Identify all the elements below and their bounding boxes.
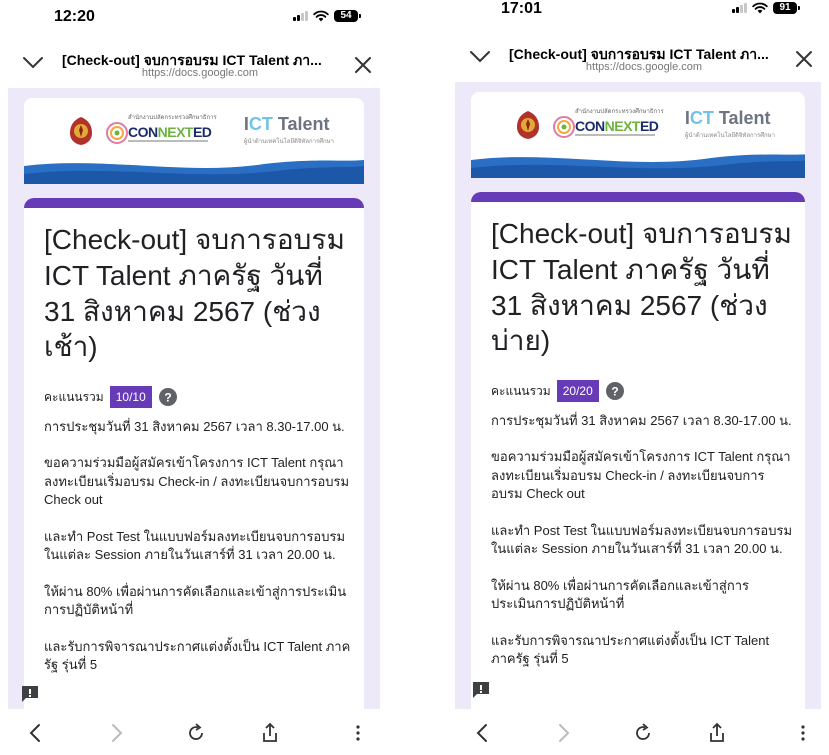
browser-header: [Check-out] จบการอบรม ICT Talent ภา... h… (0, 46, 388, 86)
description-paragraph: ให้ผ่าน 80% เพื่อผ่านการคัดเลือกและเข้าส… (491, 577, 750, 612)
status-time: 17:01 (501, 0, 542, 17)
ict-talent-wordmark: ICT Talent (243, 114, 330, 134)
browser-toolbar (447, 709, 829, 755)
connexted-wordmark: CONNEXTED (128, 124, 212, 140)
status-time: 12:20 (54, 8, 95, 25)
forward-icon[interactable] (551, 721, 575, 745)
signal-icon (732, 3, 747, 13)
connexted-caption: สำนักงานปลัดกระทรวงศึกษาธิการ (128, 115, 217, 121)
chevron-down-icon[interactable] (22, 56, 44, 70)
description-paragraph: และทำ Post Test ในแบบฟอร์มลงทะเบียนจบการ… (491, 522, 793, 557)
page-viewport: สำนักงานปลัดกระทรวงศึกษาธิการ CONNEXTED … (455, 82, 821, 709)
close-icon[interactable] (795, 50, 813, 68)
description-paragraph: การประชุมวันที่ 31 สิงหาคม 2567 เวลา 8.3… (44, 419, 345, 434)
status-bar: 12:20 54 (0, 0, 388, 36)
score-badge: 10/10 (109, 386, 152, 408)
svg-text:?: ? (611, 385, 618, 399)
phone-screen-right: 17:01 91 [Check-out] จบการอบรม ICT Talen… (447, 0, 829, 755)
connexted-emblem (553, 116, 575, 138)
more-icon[interactable] (346, 721, 370, 745)
banner-wave (471, 154, 805, 178)
close-icon[interactable] (354, 56, 372, 74)
wifi-icon (752, 2, 768, 14)
description-paragraph: การประชุมวันที่ 31 สิงหาคม 2567 เวลา 8.3… (491, 413, 792, 428)
ict-talent-logo: ICT Talent ผู้นำด้านเทคโนโลยีดิจิทัลการศ… (244, 114, 334, 146)
page-viewport: สำนักงานปลัดกระทรวงศึกษาธิการ CONNEXTED … (8, 88, 380, 709)
chevron-down-icon[interactable] (469, 50, 491, 64)
page-url: https://docs.google.com (585, 61, 703, 73)
ministry-crest-logo (517, 111, 539, 139)
share-icon[interactable] (705, 721, 729, 745)
connexted-caption: สำนักงานปลัดกระทรวงศึกษาธิการ (575, 109, 664, 115)
back-icon[interactable] (24, 721, 48, 745)
form-title-card: [Check-out] จบการอบรม ICT Talent ภาครัฐ … (471, 192, 805, 709)
ict-talent-caption: ผู้นำด้านเทคโนโลยีดิจิทัลการศึกษา (243, 139, 334, 145)
banner-wave (24, 160, 364, 184)
ict-talent-logo: ICT Talent ผู้นำด้านเทคโนโลยีดิจิทัลการศ… (685, 108, 775, 140)
forward-icon[interactable] (104, 721, 128, 745)
score-label: คะแนนรวม (44, 389, 104, 404)
connexted-underline (575, 134, 655, 136)
score-badge: 20/20 (556, 380, 599, 402)
form-header-banner: สำนักงานปลัดกระทรวงศึกษาธิการ CONNEXTED … (471, 92, 805, 178)
battery-icon: 54 (334, 10, 361, 22)
browser-header: [Check-out] จบการอบรม ICT Talent ภา... h… (447, 40, 829, 80)
description-paragraph: ขอความร่วมมือผู้สมัครเข้าโครงการ ICT Tal… (44, 455, 350, 508)
status-icons: 54 (293, 10, 361, 22)
reload-icon[interactable] (184, 721, 208, 745)
ministry-crest-logo (70, 117, 92, 145)
description-paragraph: ขอความร่วมมือผู้สมัครเข้าโครงการ ICT Tal… (491, 449, 791, 502)
battery-icon: 91 (773, 2, 800, 14)
connexted-emblem (106, 122, 128, 144)
connexted-underline (128, 140, 208, 142)
report-icon[interactable] (20, 684, 40, 704)
form-description: การประชุมวันที่ 31 สิงหาคม 2567 เวลา 8.3… (44, 418, 352, 693)
page-url: https://docs.google.com (141, 67, 259, 79)
form-title: [Check-out] จบการอบรม ICT Talent ภาครัฐ … (491, 218, 792, 357)
reload-icon[interactable] (631, 721, 655, 745)
score-label: คะแนนรวม (491, 383, 551, 398)
share-icon[interactable] (258, 721, 282, 745)
report-icon[interactable] (471, 680, 491, 700)
browser-toolbar (0, 709, 388, 755)
phone-screen-left: 12:20 54 [Check-out] จบการอบรม ICT Talen… (0, 0, 388, 755)
signal-icon (293, 11, 308, 21)
status-bar: 17:01 91 (447, 0, 829, 28)
form-title-card: [Check-out] จบการอบรม ICT Talent ภาครัฐ … (24, 198, 364, 709)
form-description: การประชุมวันที่ 31 สิงหาคม 2567 เวลา 8.3… (491, 412, 793, 687)
score-row: คะแนนรวม 20/20 ? (491, 380, 625, 402)
help-icon[interactable]: ? (605, 381, 625, 401)
svg-text:?: ? (164, 391, 171, 405)
back-icon[interactable] (471, 721, 495, 745)
status-icons: 91 (732, 2, 800, 14)
description-paragraph: และรับการพิจารณาประกาศแต่งตั้งเป็น ICT T… (44, 638, 351, 673)
ict-talent-wordmark: ICT Talent (684, 108, 771, 128)
description-paragraph: และรับการพิจารณาประกาศแต่งตั้งเป็น ICT T… (491, 632, 770, 667)
ict-talent-caption: ผู้นำด้านเทคโนโลยีดิจิทัลการศึกษา (684, 133, 775, 139)
form-header-banner: สำนักงานปลัดกระทรวงศึกษาธิการ CONNEXTED … (24, 98, 364, 184)
score-row: คะแนนรวม 10/10 ? (44, 386, 178, 408)
description-paragraph: และทำ Post Test ในแบบฟอร์มลงทะเบียนจบการ… (44, 528, 346, 563)
wifi-icon (313, 10, 329, 22)
connexted-wordmark: CONNEXTED (575, 118, 659, 134)
form-title: [Check-out] จบการอบรม ICT Talent ภาครัฐ … (44, 224, 345, 363)
more-icon[interactable] (791, 721, 815, 745)
description-paragraph: ให้ผ่าน 80% เพื่อผ่านการคัดเลือกและเข้าส… (44, 583, 347, 618)
help-icon[interactable]: ? (158, 387, 178, 407)
